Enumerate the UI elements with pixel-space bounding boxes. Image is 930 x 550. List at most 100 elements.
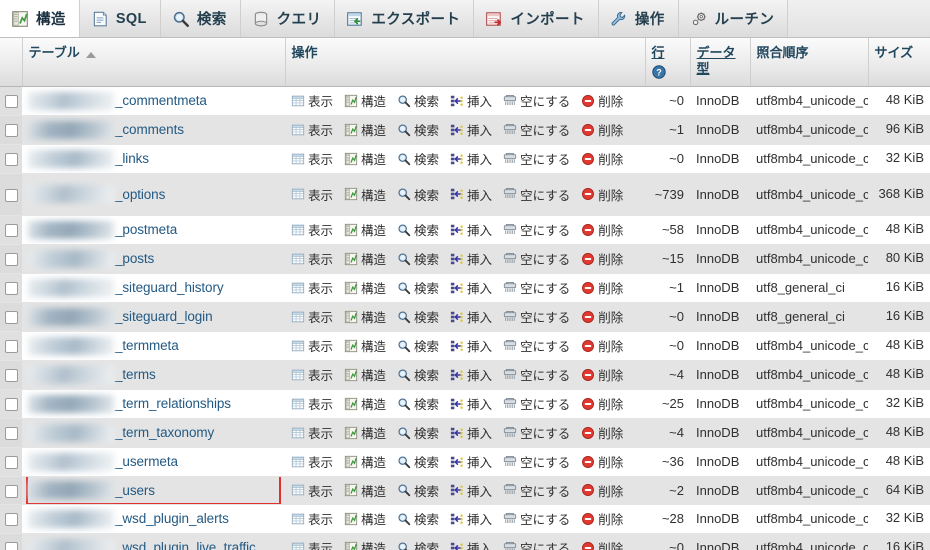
table-name-link[interactable]: _links [115,151,149,166]
action-drop[interactable]: 削除 [581,185,629,204]
row-select-cell[interactable] [0,418,22,448]
table-name-cell[interactable]: _wsd_plugin_live_traffic [22,533,285,550]
action-empty[interactable]: 空にする [503,423,576,442]
action-insert[interactable]: 挿入 [450,365,498,384]
table-name-cell[interactable]: _siteguard_history [22,273,285,303]
table-name-cell[interactable]: _term_taxonomy [22,418,285,448]
row-select-cell[interactable] [0,215,22,245]
action-structure[interactable]: 構造 [344,149,392,168]
table-name-cell[interactable]: _users [22,476,285,505]
action-drop[interactable]: 削除 [581,452,629,471]
action-drop[interactable]: 削除 [581,394,629,413]
action-browse[interactable]: 表示 [291,336,339,355]
action-empty[interactable]: 空にする [503,149,576,168]
row-checkbox[interactable] [4,369,18,383]
tab-search[interactable]: 検索 [160,0,241,37]
action-browse[interactable]: 表示 [291,509,339,528]
action-search[interactable]: 検索 [397,149,445,168]
action-browse[interactable]: 表示 [291,423,339,442]
row-select-cell[interactable] [0,331,22,361]
action-empty[interactable]: 空にする [503,365,576,384]
action-search[interactable]: 検索 [397,185,445,204]
action-insert[interactable]: 挿入 [450,278,498,297]
row-checkbox[interactable] [4,340,18,354]
table-name-link[interactable]: _siteguard_history [115,280,224,295]
action-structure[interactable]: 構造 [344,509,392,528]
action-insert[interactable]: 挿入 [450,249,498,268]
column-header-size-label[interactable]: サイズ [875,45,914,60]
action-structure[interactable]: 構造 [344,452,392,471]
action-browse[interactable]: 表示 [291,91,339,110]
action-structure[interactable]: 構造 [344,120,392,139]
row-select-cell[interactable] [0,273,22,303]
table-name-cell[interactable]: _terms [22,360,285,390]
column-header-size[interactable]: サイズ [868,38,930,87]
action-empty[interactable]: 空にする [503,538,576,550]
tab-structure[interactable]: 構造 [0,0,80,37]
action-search[interactable]: 検索 [397,538,445,550]
row-checkbox[interactable] [4,542,18,550]
action-drop[interactable]: 削除 [581,481,629,500]
row-select-cell[interactable] [0,115,22,145]
action-drop[interactable]: 削除 [581,509,629,528]
row-checkbox[interactable] [4,253,18,267]
action-search[interactable]: 検索 [397,365,445,384]
table-name-cell[interactable]: _term_relationships [22,389,285,419]
action-drop[interactable]: 削除 [581,249,629,268]
tab-sql[interactable]: SQL [79,0,161,37]
action-browse[interactable]: 表示 [291,278,339,297]
action-drop[interactable]: 削除 [581,538,629,550]
action-insert[interactable]: 挿入 [450,120,498,139]
action-browse[interactable]: 表示 [291,452,339,471]
action-empty[interactable]: 空にする [503,249,576,268]
action-browse[interactable]: 表示 [291,394,339,413]
action-structure[interactable]: 構造 [344,249,392,268]
action-structure[interactable]: 構造 [344,307,392,326]
table-name-link[interactable]: _wsd_plugin_alerts [115,511,229,526]
table-name-link[interactable]: _postmeta [115,222,177,237]
row-select-cell[interactable] [0,302,22,332]
action-browse[interactable]: 表示 [291,220,339,239]
row-select-cell[interactable] [0,389,22,419]
column-header-rows[interactable]: 行 ? [645,38,691,87]
action-drop[interactable]: 削除 [581,120,629,139]
column-header-collation[interactable]: 照合順序 [750,38,869,87]
table-name-cell[interactable]: _commentmeta [22,86,285,116]
row-checkbox[interactable] [4,398,18,412]
row-checkbox[interactable] [4,513,18,527]
table-name-link[interactable]: _users [115,483,155,498]
action-empty[interactable]: 空にする [503,307,576,326]
action-insert[interactable]: 挿入 [450,336,498,355]
action-search[interactable]: 検索 [397,394,445,413]
action-structure[interactable]: 構造 [344,394,392,413]
action-drop[interactable]: 削除 [581,278,629,297]
action-search[interactable]: 検索 [397,481,445,500]
action-drop[interactable]: 削除 [581,336,629,355]
action-browse[interactable]: 表示 [291,481,339,500]
action-insert[interactable]: 挿入 [450,91,498,110]
action-empty[interactable]: 空にする [503,509,576,528]
action-insert[interactable]: 挿入 [450,481,498,500]
action-search[interactable]: 検索 [397,91,445,110]
action-insert[interactable]: 挿入 [450,220,498,239]
action-empty[interactable]: 空にする [503,394,576,413]
table-name-cell[interactable]: _termmeta [22,331,285,361]
row-select-cell[interactable] [0,173,22,216]
action-search[interactable]: 検索 [397,423,445,442]
action-empty[interactable]: 空にする [503,91,576,110]
row-checkbox[interactable] [4,224,18,238]
action-drop[interactable]: 削除 [581,220,629,239]
action-insert[interactable]: 挿入 [450,185,498,204]
action-insert[interactable]: 挿入 [450,452,498,471]
column-header-rows-label[interactable]: 行 [652,45,665,60]
action-drop[interactable]: 削除 [581,365,629,384]
table-name-link[interactable]: _usermeta [115,454,178,469]
action-insert[interactable]: 挿入 [450,509,498,528]
action-structure[interactable]: 構造 [344,423,392,442]
table-name-link[interactable]: _options [115,187,165,202]
row-select-cell[interactable] [0,476,22,505]
action-empty[interactable]: 空にする [503,220,576,239]
action-structure[interactable]: 構造 [344,538,392,550]
table-name-link[interactable]: _wsd_plugin_live_traffic [115,540,256,550]
row-checkbox[interactable] [4,153,18,167]
